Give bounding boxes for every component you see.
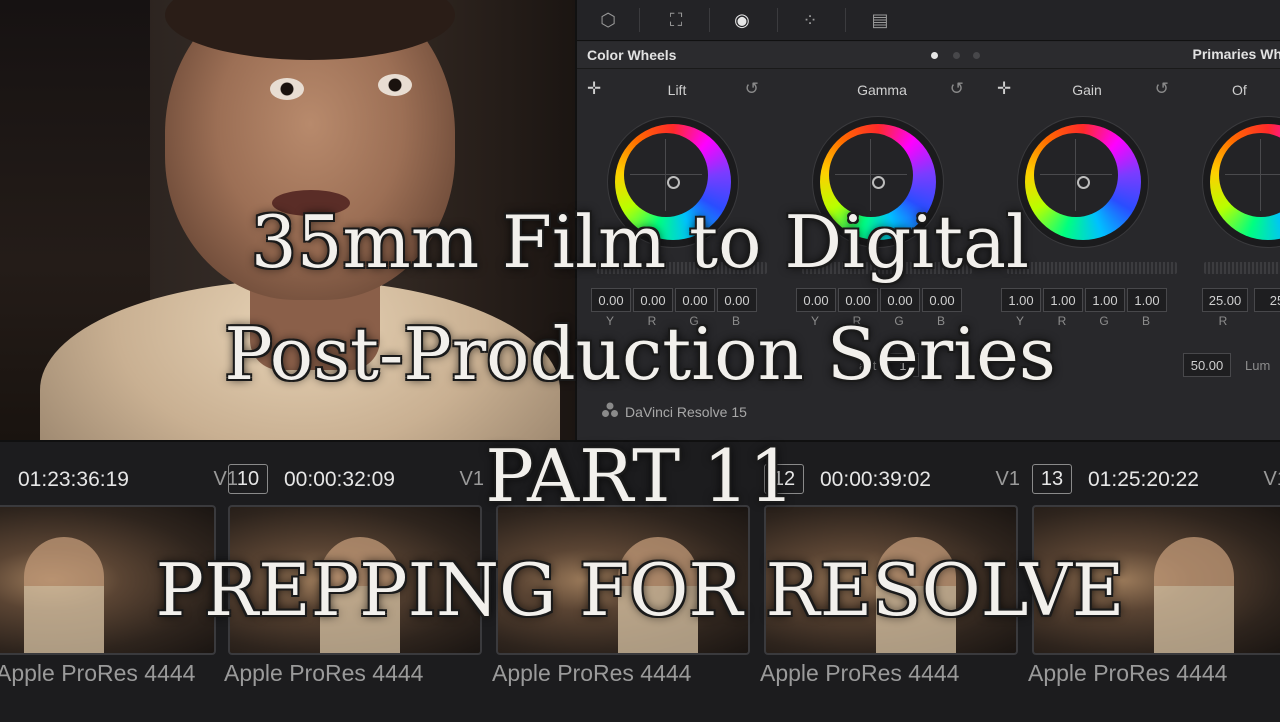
page-dot-1[interactable]: [931, 52, 938, 59]
value-field[interactable]: 0.00: [633, 288, 673, 312]
panel-header: Color Wheels Primaries Wh: [577, 42, 1280, 69]
qualifier-grid-icon[interactable]: ⛶: [661, 6, 691, 34]
left-eye: [270, 78, 304, 100]
clip-codec: Apple ProRes 4444: [492, 660, 692, 686]
3d-box-icon[interactable]: ⬡: [593, 6, 623, 34]
value-field[interactable]: 0.00: [922, 288, 962, 312]
wheel-handle[interactable]: [667, 176, 680, 189]
value-field[interactable]: 1.00: [1085, 288, 1125, 312]
dots-icon[interactable]: ⁘: [795, 6, 825, 34]
value-field[interactable]: 1.00: [1127, 288, 1167, 312]
clip-codec: Apple ProRes 4444: [224, 660, 424, 686]
value-field[interactable]: 25: [1254, 288, 1280, 312]
mode-title: Primaries Wh: [1192, 46, 1280, 62]
right-eye: [378, 74, 412, 96]
panel-title: Color Wheels: [587, 47, 677, 63]
value-field[interactable]: 1.00: [1001, 288, 1041, 312]
title-line-4: PREPPING FOR RESOLVE: [155, 548, 1125, 632]
sizing-icon[interactable]: ▤: [865, 6, 895, 34]
resolve-brand-label: DaVinci Resolve 15: [625, 404, 747, 420]
wheel-label: Of: [1232, 82, 1247, 98]
davinci-logo-icon: [602, 402, 618, 417]
value-field[interactable]: 0.00: [591, 288, 631, 312]
value-field[interactable]: 1.00: [1043, 288, 1083, 312]
clip-codec: Apple ProRes 4444: [1028, 660, 1228, 686]
value-field[interactable]: 25.00: [1202, 288, 1248, 312]
reset-icon[interactable]: ↺: [745, 79, 759, 99]
reset-icon[interactable]: ↺: [1155, 79, 1169, 99]
color-toolbar: ⬡ ⛶ ◉ ⁘ ▤: [577, 0, 1280, 41]
reset-icon[interactable]: ↺: [950, 79, 964, 99]
clip-codec: Apple ProRes 4444: [760, 660, 960, 686]
title-line-2: Post-Production Series: [224, 312, 1056, 396]
page-dot-3[interactable]: [973, 52, 980, 59]
wheel-handle[interactable]: [1077, 176, 1090, 189]
value-field[interactable]: 0.00: [796, 288, 836, 312]
circle-window-icon[interactable]: ◉: [727, 6, 757, 34]
value-field[interactable]: 0.00: [675, 288, 715, 312]
title-line-1: 35mm Film to Digital: [250, 200, 1030, 284]
value-field[interactable]: 0.00: [838, 288, 878, 312]
wheel-handle[interactable]: [872, 176, 885, 189]
page-dot-2[interactable]: [953, 52, 960, 59]
title-line-3: PART 11: [485, 434, 795, 518]
value-field[interactable]: 0.00: [880, 288, 920, 312]
value-field[interactable]: 0.00: [717, 288, 757, 312]
